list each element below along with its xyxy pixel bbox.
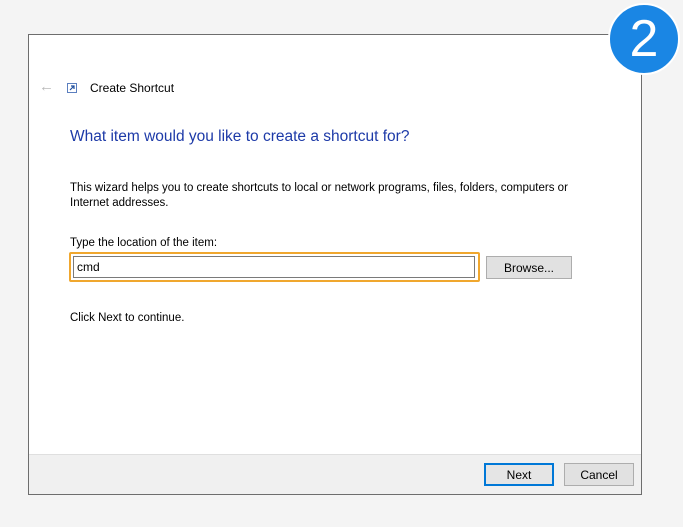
create-shortcut-dialog: ← Create Shortcut What item would you li…	[28, 34, 642, 495]
shortcut-icon	[67, 83, 77, 93]
next-button[interactable]: Next	[484, 463, 554, 486]
step-number-badge: 2	[608, 3, 680, 75]
wizard-description: This wizard helps you to create shortcut…	[70, 182, 568, 209]
screenshot-stage: ← Create Shortcut What item would you li…	[0, 0, 683, 527]
window-title: Create Shortcut	[90, 81, 175, 95]
browse-button[interactable]: Browse...	[486, 256, 572, 279]
wizard-heading: What item would you like to create a sho…	[70, 128, 410, 145]
continue-instruction: Click Next to continue.	[70, 312, 185, 324]
location-label: Type the location of the item:	[70, 237, 218, 249]
cancel-button[interactable]: Cancel	[564, 463, 634, 486]
location-input[interactable]	[73, 256, 475, 278]
back-arrow-icon[interactable]: ←	[39, 79, 55, 95]
